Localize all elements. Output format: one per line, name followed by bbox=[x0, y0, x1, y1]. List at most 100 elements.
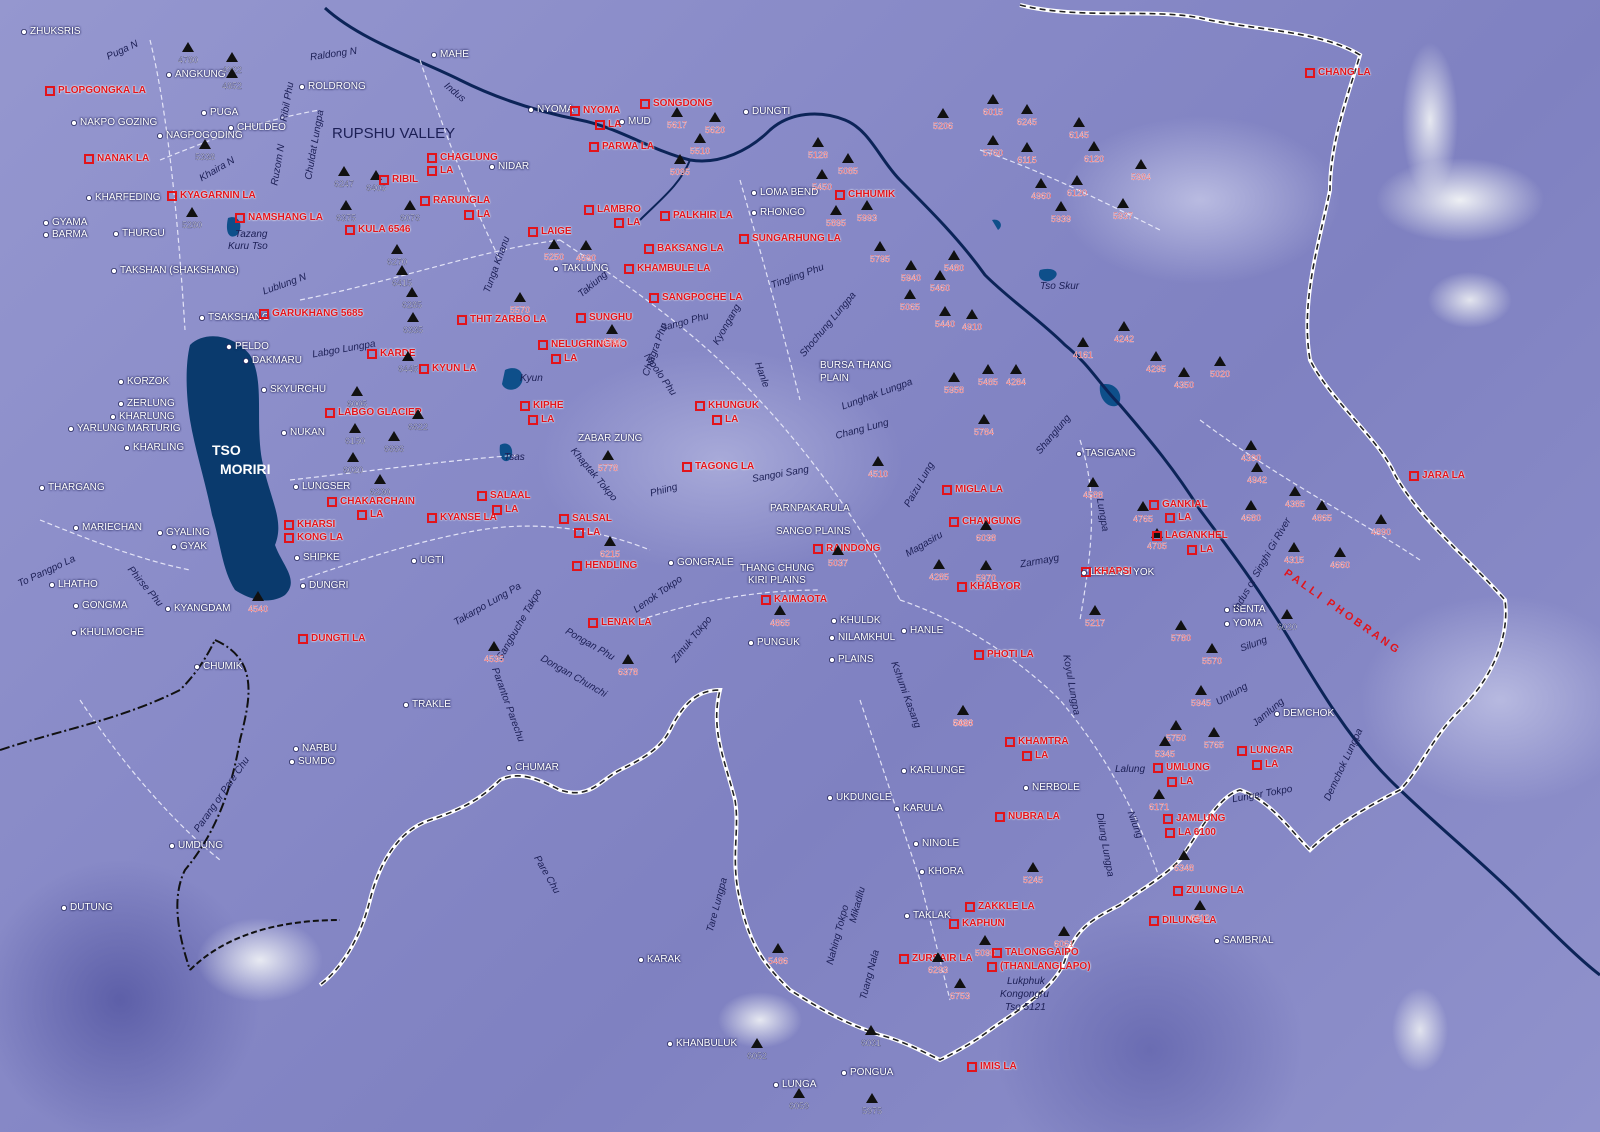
place-peldo[interactable]: PELDO bbox=[235, 342, 269, 352]
place-khanbuluk[interactable]: KHANBULUK bbox=[676, 1039, 737, 1049]
place-narbu[interactable]: NARBU bbox=[302, 744, 337, 754]
place-nerbole[interactable]: NERBOLE bbox=[1032, 783, 1080, 793]
pass-songdong[interactable]: SONGDONG bbox=[653, 99, 712, 109]
pass-nelugringmo-la[interactable]: LA bbox=[564, 354, 577, 364]
pass-zulung-la[interactable]: ZULUNG LA bbox=[1186, 886, 1244, 896]
place-mariechan[interactable]: MARIECHAN bbox=[82, 523, 142, 533]
place-lunga[interactable]: LUNGA bbox=[782, 1080, 816, 1090]
place-kharling[interactable]: KHARLING bbox=[133, 443, 184, 453]
place-tasigang[interactable]: TASIGANG bbox=[1085, 449, 1136, 459]
pass-palkhir-la[interactable]: PALKHIR LA bbox=[673, 211, 733, 221]
place-dakmaru[interactable]: DAKMARU bbox=[252, 356, 302, 366]
place-skyurchu[interactable]: SKYURCHU bbox=[270, 385, 326, 395]
pass-imis-la[interactable]: IMIS LA bbox=[980, 1062, 1017, 1072]
pass-nanak-la[interactable]: NANAK LA bbox=[97, 154, 149, 164]
map-canvas[interactable]: RUPSHU VALLEY TSO MORIRI ZHUKSRIS ANGKUN… bbox=[0, 0, 1600, 1132]
place-puga[interactable]: PUGA bbox=[210, 108, 238, 118]
pass-chaglung-la[interactable]: LA bbox=[440, 166, 453, 176]
place-dungri[interactable]: DUNGRI bbox=[309, 581, 348, 591]
place-lhatho[interactable]: LHATHO bbox=[58, 580, 98, 590]
place-khulmoche[interactable]: KHULMOCHE bbox=[80, 628, 144, 638]
pass-khabyor[interactable]: KHABYOR bbox=[970, 582, 1021, 592]
place-zerlung[interactable]: ZERLUNG bbox=[127, 399, 175, 409]
place-takshan[interactable]: TAKSHAN (SHAKSHANG) bbox=[120, 266, 239, 276]
pass-labgo-glacier[interactable]: LABGO GLACIER bbox=[338, 408, 422, 418]
place-mud[interactable]: MUD bbox=[628, 117, 651, 127]
place-ukdungle[interactable]: UKDUNGLE bbox=[836, 793, 892, 803]
pass-khambule-la[interactable]: KHAMBULE LA bbox=[637, 264, 710, 274]
place-gyama[interactable]: GYAMA bbox=[52, 218, 87, 228]
pass-karde[interactable]: KARDE bbox=[380, 349, 416, 359]
place-ugti[interactable]: UGTI bbox=[420, 556, 444, 566]
place-ninole[interactable]: NINOLE bbox=[922, 839, 959, 849]
place-nukan[interactable]: NUKAN bbox=[290, 428, 325, 438]
pass-lenak-la[interactable]: LENAK LA bbox=[601, 618, 652, 628]
place-dutung[interactable]: DUTUNG bbox=[70, 903, 113, 913]
place-barma[interactable]: BARMA bbox=[52, 230, 88, 240]
place-tsakshang[interactable]: TSAKSHANG bbox=[208, 313, 270, 323]
pass-chakarchain[interactable]: CHAKARCHAIN bbox=[340, 497, 415, 507]
place-trakle[interactable]: TRAKLE bbox=[412, 700, 451, 710]
place-angkung[interactable]: ANGKUNG bbox=[175, 70, 226, 80]
place-loma-bend[interactable]: LOMA BEND bbox=[760, 188, 818, 198]
pass-dilung-la[interactable]: DILUNG LA bbox=[1162, 916, 1216, 926]
pass-chhumik[interactable]: CHHUMIK bbox=[848, 190, 895, 200]
pass-umlung[interactable]: UMLUNG bbox=[1166, 763, 1210, 773]
pass-baksang-la[interactable]: BAKSANG LA bbox=[657, 244, 724, 254]
pass-khamtra[interactable]: KHAMTRA bbox=[1018, 737, 1069, 747]
pass-nyoma[interactable]: NYOMA bbox=[583, 106, 620, 116]
place-kharlung[interactable]: KHARLUNG bbox=[119, 412, 175, 422]
place-chuldeo[interactable]: CHULDEO bbox=[237, 123, 286, 133]
pass-chakarchain-la[interactable]: LA bbox=[370, 510, 383, 520]
pass-nubra-la[interactable]: NUBRA LA bbox=[1008, 812, 1060, 822]
pass-kyanse-la[interactable]: KYANSE LA bbox=[440, 513, 497, 523]
place-roldrong[interactable]: ROLDRONG bbox=[308, 82, 366, 92]
pass-rarungla-la[interactable]: LA bbox=[477, 210, 490, 220]
pass-changung[interactable]: CHANGUNG bbox=[962, 517, 1021, 527]
pass-migla-la[interactable]: MIGLA LA bbox=[955, 485, 1003, 495]
place-hanle[interactable]: HANLE bbox=[910, 626, 943, 636]
place-nakpo-gozing[interactable]: NAKPO GOZING bbox=[80, 118, 157, 128]
pass-laige[interactable]: LAIGE bbox=[541, 227, 572, 237]
pass-salsal[interactable]: SALSAL bbox=[572, 514, 612, 524]
place-yarlung-marturig[interactable]: YARLUNG MARTURIG bbox=[77, 424, 181, 434]
pass-salaal[interactable]: SALAAL bbox=[490, 491, 531, 501]
pass-lagankhel-la[interactable]: LA bbox=[1200, 545, 1213, 555]
place-gongma[interactable]: GONGMA bbox=[82, 601, 128, 611]
pass-khapsi[interactable]: KHAPSI bbox=[1094, 567, 1132, 577]
pass-salsal-la[interactable]: LA bbox=[587, 528, 600, 538]
pass-thanlanglapo[interactable]: (THANLANGLAPO) bbox=[1000, 962, 1091, 972]
place-khuldk[interactable]: KHULDK bbox=[840, 616, 881, 626]
pass-kharsi-kong-la[interactable]: KONG LA bbox=[297, 533, 343, 543]
pass-namshang-la[interactable]: NAMSHANG LA bbox=[248, 213, 323, 223]
pass-lambro-la[interactable]: LA bbox=[627, 218, 640, 228]
pass-zursair-la[interactable]: ZURSAIR LA bbox=[912, 954, 973, 964]
place-kharfeding[interactable]: KHARFEDING bbox=[95, 193, 161, 203]
pass-hendling[interactable]: HENDLING bbox=[585, 561, 637, 571]
pass-kyagarnin-la[interactable]: KYAGARNIN LA bbox=[180, 191, 256, 201]
place-khora[interactable]: KHORA bbox=[928, 867, 964, 877]
pass-umlung-la[interactable]: LA bbox=[1180, 777, 1193, 787]
pass-chaglung[interactable]: CHAGLUNG bbox=[440, 153, 498, 163]
pass-kiphe-la[interactable]: LA bbox=[541, 415, 554, 425]
place-gyaling[interactable]: GYALING bbox=[166, 528, 210, 538]
pass-raindong[interactable]: RAINDONG bbox=[826, 544, 880, 554]
place-lungser[interactable]: LUNGSER bbox=[302, 482, 350, 492]
pass-kaimaota[interactable]: KAIMAOTA bbox=[774, 595, 827, 605]
place-gongrale[interactable]: GONGRALE bbox=[677, 558, 734, 568]
pass-kula[interactable]: KULA 6546 bbox=[358, 225, 410, 235]
place-korzok[interactable]: KORZOK bbox=[127, 377, 169, 387]
place-rhongo[interactable]: RHONGO bbox=[760, 208, 805, 218]
place-sumdo[interactable]: SUMDO bbox=[298, 757, 335, 767]
place-umdung[interactable]: UMDUNG bbox=[178, 841, 223, 851]
pass-parwa-la[interactable]: PARWA LA bbox=[602, 142, 654, 152]
pass-gankial[interactable]: GANKIAL bbox=[1162, 500, 1208, 510]
place-punguk[interactable]: PUNGUK bbox=[757, 638, 800, 648]
pass-jara-la[interactable]: JARA LA bbox=[1422, 471, 1465, 481]
place-mahe[interactable]: MAHE bbox=[440, 50, 469, 60]
place-nyoma[interactable]: NYOMA bbox=[537, 105, 574, 115]
place-dungti[interactable]: DUNGTI bbox=[752, 107, 790, 117]
pass-salaal-la[interactable]: LA bbox=[505, 505, 518, 515]
place-pongua[interactable]: PONGUA bbox=[850, 1068, 893, 1078]
place-chumar[interactable]: CHUMAR bbox=[515, 763, 559, 773]
